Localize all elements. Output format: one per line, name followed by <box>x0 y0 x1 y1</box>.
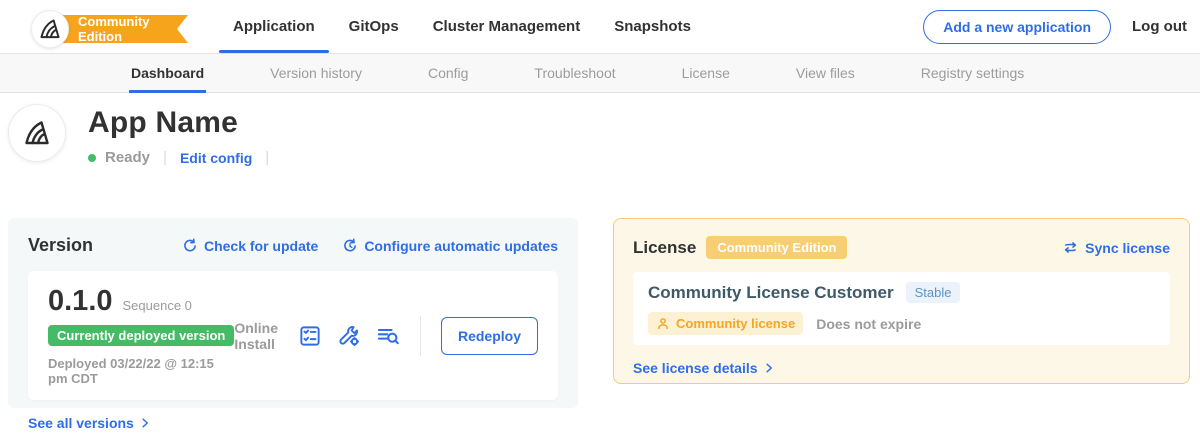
chevron-right-icon <box>763 362 775 374</box>
app-avatar <box>8 104 66 162</box>
tab-view-files[interactable]: View files <box>796 54 855 92</box>
version-card-actions: Check for update Configure automatic upd… <box>182 238 558 254</box>
tab-registry-settings[interactable]: Registry settings <box>921 54 1024 92</box>
divider: | <box>163 149 167 166</box>
deployed-timestamp: Deployed 03/22/22 @ 12:15 pm CDT <box>48 356 234 386</box>
add-application-button[interactable]: Add a new application <box>923 10 1111 44</box>
license-card-actions: Sync license <box>1062 239 1170 256</box>
top-navbar: Community Edition Application GitOps Clu… <box>0 0 1200 53</box>
nav-item-application[interactable]: Application <box>219 0 329 53</box>
version-card-title: Version <box>28 235 93 256</box>
sync-license-link[interactable]: Sync license <box>1062 239 1170 256</box>
sync-icon <box>1062 239 1079 256</box>
deploy-logs-icon[interactable] <box>376 324 400 348</box>
currently-deployed-badge: Currently deployed version <box>48 325 234 346</box>
divider: | <box>265 149 269 166</box>
status-ready-dot <box>88 154 96 162</box>
customer-row: Community License Customer Stable <box>648 282 1155 303</box>
status-text: Ready <box>105 149 150 166</box>
sync-license-label: Sync license <box>1085 240 1170 256</box>
app-title-block: App Name Ready | Edit config | <box>88 104 273 166</box>
replicated-logo-icon <box>37 16 63 42</box>
version-actions-group: Online Install <box>234 316 538 356</box>
divider <box>420 316 421 356</box>
clock-refresh-icon <box>342 238 358 254</box>
version-card-header: Version Check for update Configure autom… <box>28 235 558 256</box>
see-license-details-link[interactable]: See license details <box>633 360 775 376</box>
chevron-right-icon <box>139 417 151 429</box>
version-number-row: 0.1.0 Sequence 0 <box>48 285 234 318</box>
replicated-logo <box>31 10 69 48</box>
current-version-panel: 0.1.0 Sequence 0 Currently deployed vers… <box>28 271 558 400</box>
community-license-label: Community license <box>676 316 795 331</box>
see-all-versions-label: See all versions <box>28 415 134 431</box>
community-license-badge: Community license <box>648 312 803 335</box>
community-edition-badge: Community Edition <box>706 236 847 259</box>
channel-badge: Stable <box>906 282 961 303</box>
tab-version-history[interactable]: Version history <box>270 54 362 92</box>
version-info: 0.1.0 Sequence 0 Currently deployed vers… <box>48 285 234 386</box>
edit-config-link[interactable]: Edit config <box>180 150 252 166</box>
expiration-text: Does not expire <box>816 316 921 332</box>
app-header: App Name Ready | Edit config | <box>8 104 273 166</box>
page-title: App Name <box>88 106 273 140</box>
sequence-label: Sequence 0 <box>123 298 192 313</box>
redeploy-button[interactable]: Redeploy <box>441 317 538 355</box>
configure-auto-updates-link[interactable]: Configure automatic updates <box>342 238 558 254</box>
see-all-versions-link[interactable]: See all versions <box>28 415 151 431</box>
tab-troubleshoot[interactable]: Troubleshoot <box>534 54 615 92</box>
top-nav-items: Application GitOps Cluster Management Sn… <box>219 0 705 53</box>
check-for-update-link[interactable]: Check for update <box>182 238 318 254</box>
top-nav-right: Add a new application Log out <box>923 0 1200 53</box>
app-subnav: Dashboard Version history Config Trouble… <box>0 53 1200 93</box>
brand: Community Edition <box>0 0 200 53</box>
refresh-icon <box>182 238 198 254</box>
person-icon <box>656 317 670 331</box>
tab-dashboard[interactable]: Dashboard <box>131 54 204 92</box>
preflight-checks-icon[interactable] <box>298 324 322 348</box>
configure-auto-updates-label: Configure automatic updates <box>364 238 558 254</box>
install-type-label: Online Install <box>234 320 278 352</box>
nav-item-snapshots[interactable]: Snapshots <box>600 0 705 53</box>
license-type-row: Community license Does not expire <box>648 312 1155 335</box>
logout-button[interactable]: Log out <box>1132 18 1187 35</box>
version-card: Version Check for update Configure autom… <box>8 218 578 408</box>
app-logo-icon <box>21 117 53 149</box>
nav-item-gitops[interactable]: GitOps <box>335 0 413 53</box>
config-tools-icon[interactable] <box>337 324 361 348</box>
nav-item-cluster-management[interactable]: Cluster Management <box>419 0 595 53</box>
see-license-details-label: See license details <box>633 360 758 376</box>
license-card-header: License Community Edition Sync license <box>633 236 1170 259</box>
customer-name: Community License Customer <box>648 283 894 303</box>
check-for-update-label: Check for update <box>204 238 318 254</box>
community-edition-banner-label: Community Edition <box>78 14 188 44</box>
version-number: 0.1.0 <box>48 285 113 318</box>
license-card: License Community Edition Sync license C… <box>613 218 1190 384</box>
license-summary-panel: Community License Customer Stable Commun… <box>633 272 1170 345</box>
app-status-row: Ready | Edit config | <box>88 149 273 166</box>
tab-license[interactable]: License <box>682 54 730 92</box>
license-card-title: License <box>633 238 696 258</box>
tab-config[interactable]: Config <box>428 54 468 92</box>
